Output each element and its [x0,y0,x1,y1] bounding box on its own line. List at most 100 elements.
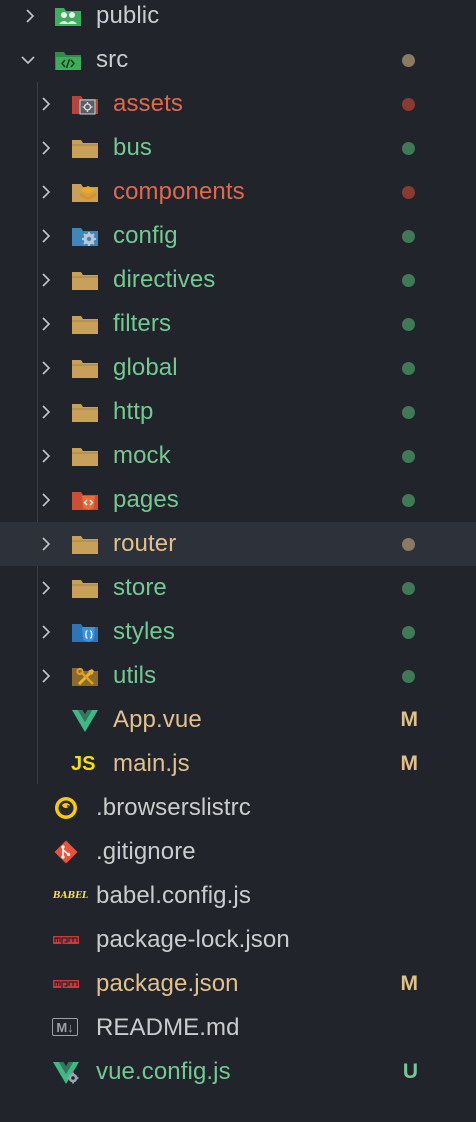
git-status-dot [402,362,415,375]
components-folder-icon [72,184,98,202]
tools-folder-icon [72,667,98,686]
git-status-dot [402,406,415,419]
js-icon: JS [71,753,96,775]
git-modified-badge: M [400,972,419,995]
chevron-right-icon[interactable] [38,668,54,684]
tree-item-global[interactable]: global [0,346,476,390]
chevron-right-icon[interactable] [38,580,54,596]
tree-item-label: config [113,222,178,249]
tree-item-label: public [96,2,160,29]
gear-folder-icon [72,228,98,246]
people-folder-icon [55,8,81,26]
tree-item-label: directives [113,266,216,293]
chevron-right-icon[interactable] [38,272,54,288]
tree-item-label: assets [113,90,183,117]
tree-item-package-json[interactable]: package.json M [0,962,476,1006]
folder-icon [72,360,98,378]
chevron-right-icon[interactable] [38,360,54,376]
tree-item-label: main.js [113,750,190,777]
chevron-right-icon[interactable] [38,184,54,200]
tree-item-readme[interactable]: M↓ README.md [0,1006,476,1050]
tree-item-components[interactable]: components [0,170,476,214]
git-status-dot [402,186,415,199]
tree-item-babel-config[interactable]: BABEL babel.config.js [0,874,476,918]
tree-item-label: store [113,574,167,601]
tree-item-label: mock [113,442,171,469]
css-folder-icon [72,624,98,642]
chevron-right-icon[interactable] [38,228,54,244]
tree-item-package-lock[interactable]: package-lock.json [0,918,476,962]
tree-item-config[interactable]: config [0,214,476,258]
tree-item-gitignore[interactable]: .gitignore [0,830,476,874]
git-status-dot [402,230,415,243]
tree-item-label: http [113,398,154,425]
folder-icon [72,404,98,422]
tree-item-label: vue.config.js [96,1058,231,1085]
tree-item-utils[interactable]: utils [0,654,476,698]
git-modified-badge: M [400,752,419,775]
git-status-dot [402,670,415,683]
tree-item-label: package-lock.json [96,926,290,953]
chevron-right-icon[interactable] [22,8,38,24]
tree-item-app-vue[interactable]: App.vue M [0,698,476,742]
tree-item-filters[interactable]: filters [0,302,476,346]
vue-icon [72,710,98,732]
tree-item-src[interactable]: src [0,38,476,82]
tree-item-pages[interactable]: pages [0,478,476,522]
chevron-right-icon[interactable] [38,96,54,112]
tree-item-label: filters [113,310,172,337]
git-status-dot [402,142,415,155]
tree-item-public[interactable]: public [0,0,476,38]
tree-item-http[interactable]: http [0,390,476,434]
tree-item-label: .gitignore [96,838,196,865]
tree-item-browserslistrc[interactable]: .browserslistrc [0,786,476,830]
npm-icon [53,980,79,988]
git-status-dot [402,538,415,551]
chevron-right-icon[interactable] [38,316,54,332]
chevron-right-icon[interactable] [38,624,54,640]
chevron-down-icon[interactable] [20,52,36,68]
tree-item-label: router [113,530,177,557]
tree-item-label: package.json [96,970,239,997]
html-folder-icon [72,492,98,510]
tree-item-bus[interactable]: bus [0,126,476,170]
tree-item-label: styles [113,618,175,645]
git-status-dot [402,98,415,111]
assets-folder-icon [72,96,98,115]
chevron-right-icon[interactable] [38,492,54,508]
tree-item-mock[interactable]: mock [0,434,476,478]
git-status-dot [402,626,415,639]
chevron-right-icon[interactable] [38,140,54,156]
git-status-dot [402,54,415,67]
tree-item-main-js[interactable]: JS main.js M [0,742,476,786]
tree-item-label: components [113,178,245,205]
tree-item-store[interactable]: store [0,566,476,610]
tree-item-assets[interactable]: assets [0,82,476,126]
babel-icon: BABEL [53,891,89,901]
markdown-icon: M↓ [52,1018,78,1036]
file-explorer-tree: public src assets bus components config … [0,0,476,1122]
git-status-dot [402,494,415,507]
folder-icon [72,140,98,158]
tree-item-directives[interactable]: directives [0,258,476,302]
git-modified-badge: M [400,708,419,731]
tree-item-label: global [113,354,178,381]
tree-item-styles[interactable]: styles [0,610,476,654]
git-status-dot [402,582,415,595]
folder-icon [72,536,98,554]
chevron-right-icon[interactable] [38,536,54,552]
tree-item-label: utils [113,662,157,689]
browserslist-icon [55,797,77,819]
folder-icon [72,316,98,334]
code-folder-icon [55,52,81,70]
folder-icon [72,448,98,466]
git-status-dot [402,318,415,331]
tree-item-vue-config[interactable]: vue.config.js U [0,1050,476,1094]
tree-item-label: bus [113,134,152,161]
chevron-right-icon[interactable] [38,404,54,420]
git-untracked-badge: U [402,1060,418,1083]
npm-icon [53,936,79,944]
tree-item-router[interactable]: router [0,522,476,566]
tree-item-label: src [96,46,129,73]
chevron-right-icon[interactable] [38,448,54,464]
